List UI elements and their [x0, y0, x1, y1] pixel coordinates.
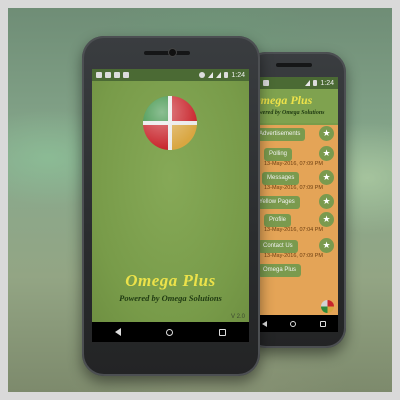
notification-icon — [96, 72, 102, 78]
star-icon[interactable]: ★ — [319, 146, 334, 161]
recent-apps-icon[interactable] — [320, 320, 327, 327]
menu-item-label: Profile — [264, 214, 292, 227]
menu-item-date: 13-May-2016, 07:09 PM — [264, 185, 324, 191]
back-phone-screen: 1:24 Omega Plus Powered by Omega Solutio… — [250, 77, 338, 332]
front-phone-screen: 1:24 Omega Plus Powered by Omega Solutio… — [92, 69, 249, 342]
speaker-grille — [144, 51, 190, 55]
menu-item-date: 13-May-2016, 07:04 PM — [264, 227, 324, 233]
star-icon[interactable]: ★ — [319, 238, 334, 253]
home-icon[interactable] — [166, 328, 174, 336]
menu-item-label: Omega Plus — [258, 264, 302, 277]
menu-item-label: Advertisements — [254, 128, 306, 141]
star-icon[interactable]: ★ — [319, 212, 334, 227]
menu-list: Advertisements ★ Polling ★ 13-May-2016, … — [250, 125, 338, 315]
menu-item-advertisements[interactable]: Advertisements ★ — [250, 125, 338, 145]
back-phone: 1:24 Omega Plus Powered by Omega Solutio… — [246, 52, 346, 348]
promo-background: 1:24 Omega Plus Powered by Omega Solutio… — [8, 8, 392, 392]
menu-item-label: Polling — [264, 148, 293, 161]
menu-item-omega-plus[interactable]: Omega Plus — [250, 261, 338, 281]
app-title: Omega Plus — [125, 271, 216, 290]
status-time: 1:24 — [231, 71, 245, 79]
status-bar: 1:24 — [92, 69, 249, 81]
alarm-icon — [199, 72, 206, 78]
speaker-grille — [276, 63, 312, 67]
home-icon[interactable] — [290, 320, 297, 327]
version-label: V 2.0 — [230, 314, 245, 320]
star-icon[interactable]: ★ — [319, 126, 334, 141]
back-icon[interactable] — [114, 328, 121, 336]
star-icon[interactable]: ★ — [319, 194, 334, 209]
menu-item-yellow-pages[interactable]: Yellow Pages ★ — [250, 193, 338, 213]
header-subtitle: Powered by Omega Solutions — [252, 110, 325, 116]
recent-apps-icon[interactable] — [219, 328, 227, 336]
signal-icon — [216, 72, 222, 78]
menu-item-date: 13-May-2016, 07:09 PM — [264, 253, 324, 259]
omega-logo-icon — [143, 96, 197, 150]
system-nav-bar — [92, 322, 249, 342]
notification-icon — [123, 72, 129, 78]
front-phone: 1:24 Omega Plus Powered by Omega Solutio… — [82, 36, 260, 376]
front-camera-icon — [169, 49, 176, 56]
battery-icon — [224, 72, 229, 78]
notification-icon — [105, 72, 111, 78]
app-header: Omega Plus Powered by Omega Solutions — [250, 89, 338, 123]
back-icon[interactable] — [261, 320, 267, 327]
omega-mini-logo-icon — [321, 300, 334, 313]
system-nav-bar — [250, 315, 338, 332]
menu-item-label: Messages — [262, 172, 300, 185]
wifi-icon — [208, 72, 214, 78]
signal-icon — [305, 80, 311, 86]
notification-icon — [114, 72, 120, 78]
splash-screen: Omega Plus Powered by Omega Solutions V … — [92, 81, 249, 322]
battery-icon — [313, 80, 318, 86]
menu-item-label: Contact Us — [258, 240, 298, 253]
star-icon[interactable]: ★ — [319, 170, 334, 185]
menu-item-date: 13-May-2016, 07:09 PM — [264, 161, 324, 167]
notification-icon — [263, 80, 269, 86]
header-title: Omega Plus — [252, 93, 313, 107]
status-time: 1:24 — [320, 79, 334, 87]
status-bar: 1:24 — [250, 77, 338, 89]
menu-item-label: Yellow Pages — [254, 196, 300, 209]
app-subtitle: Powered by Omega Solutions — [119, 293, 222, 303]
